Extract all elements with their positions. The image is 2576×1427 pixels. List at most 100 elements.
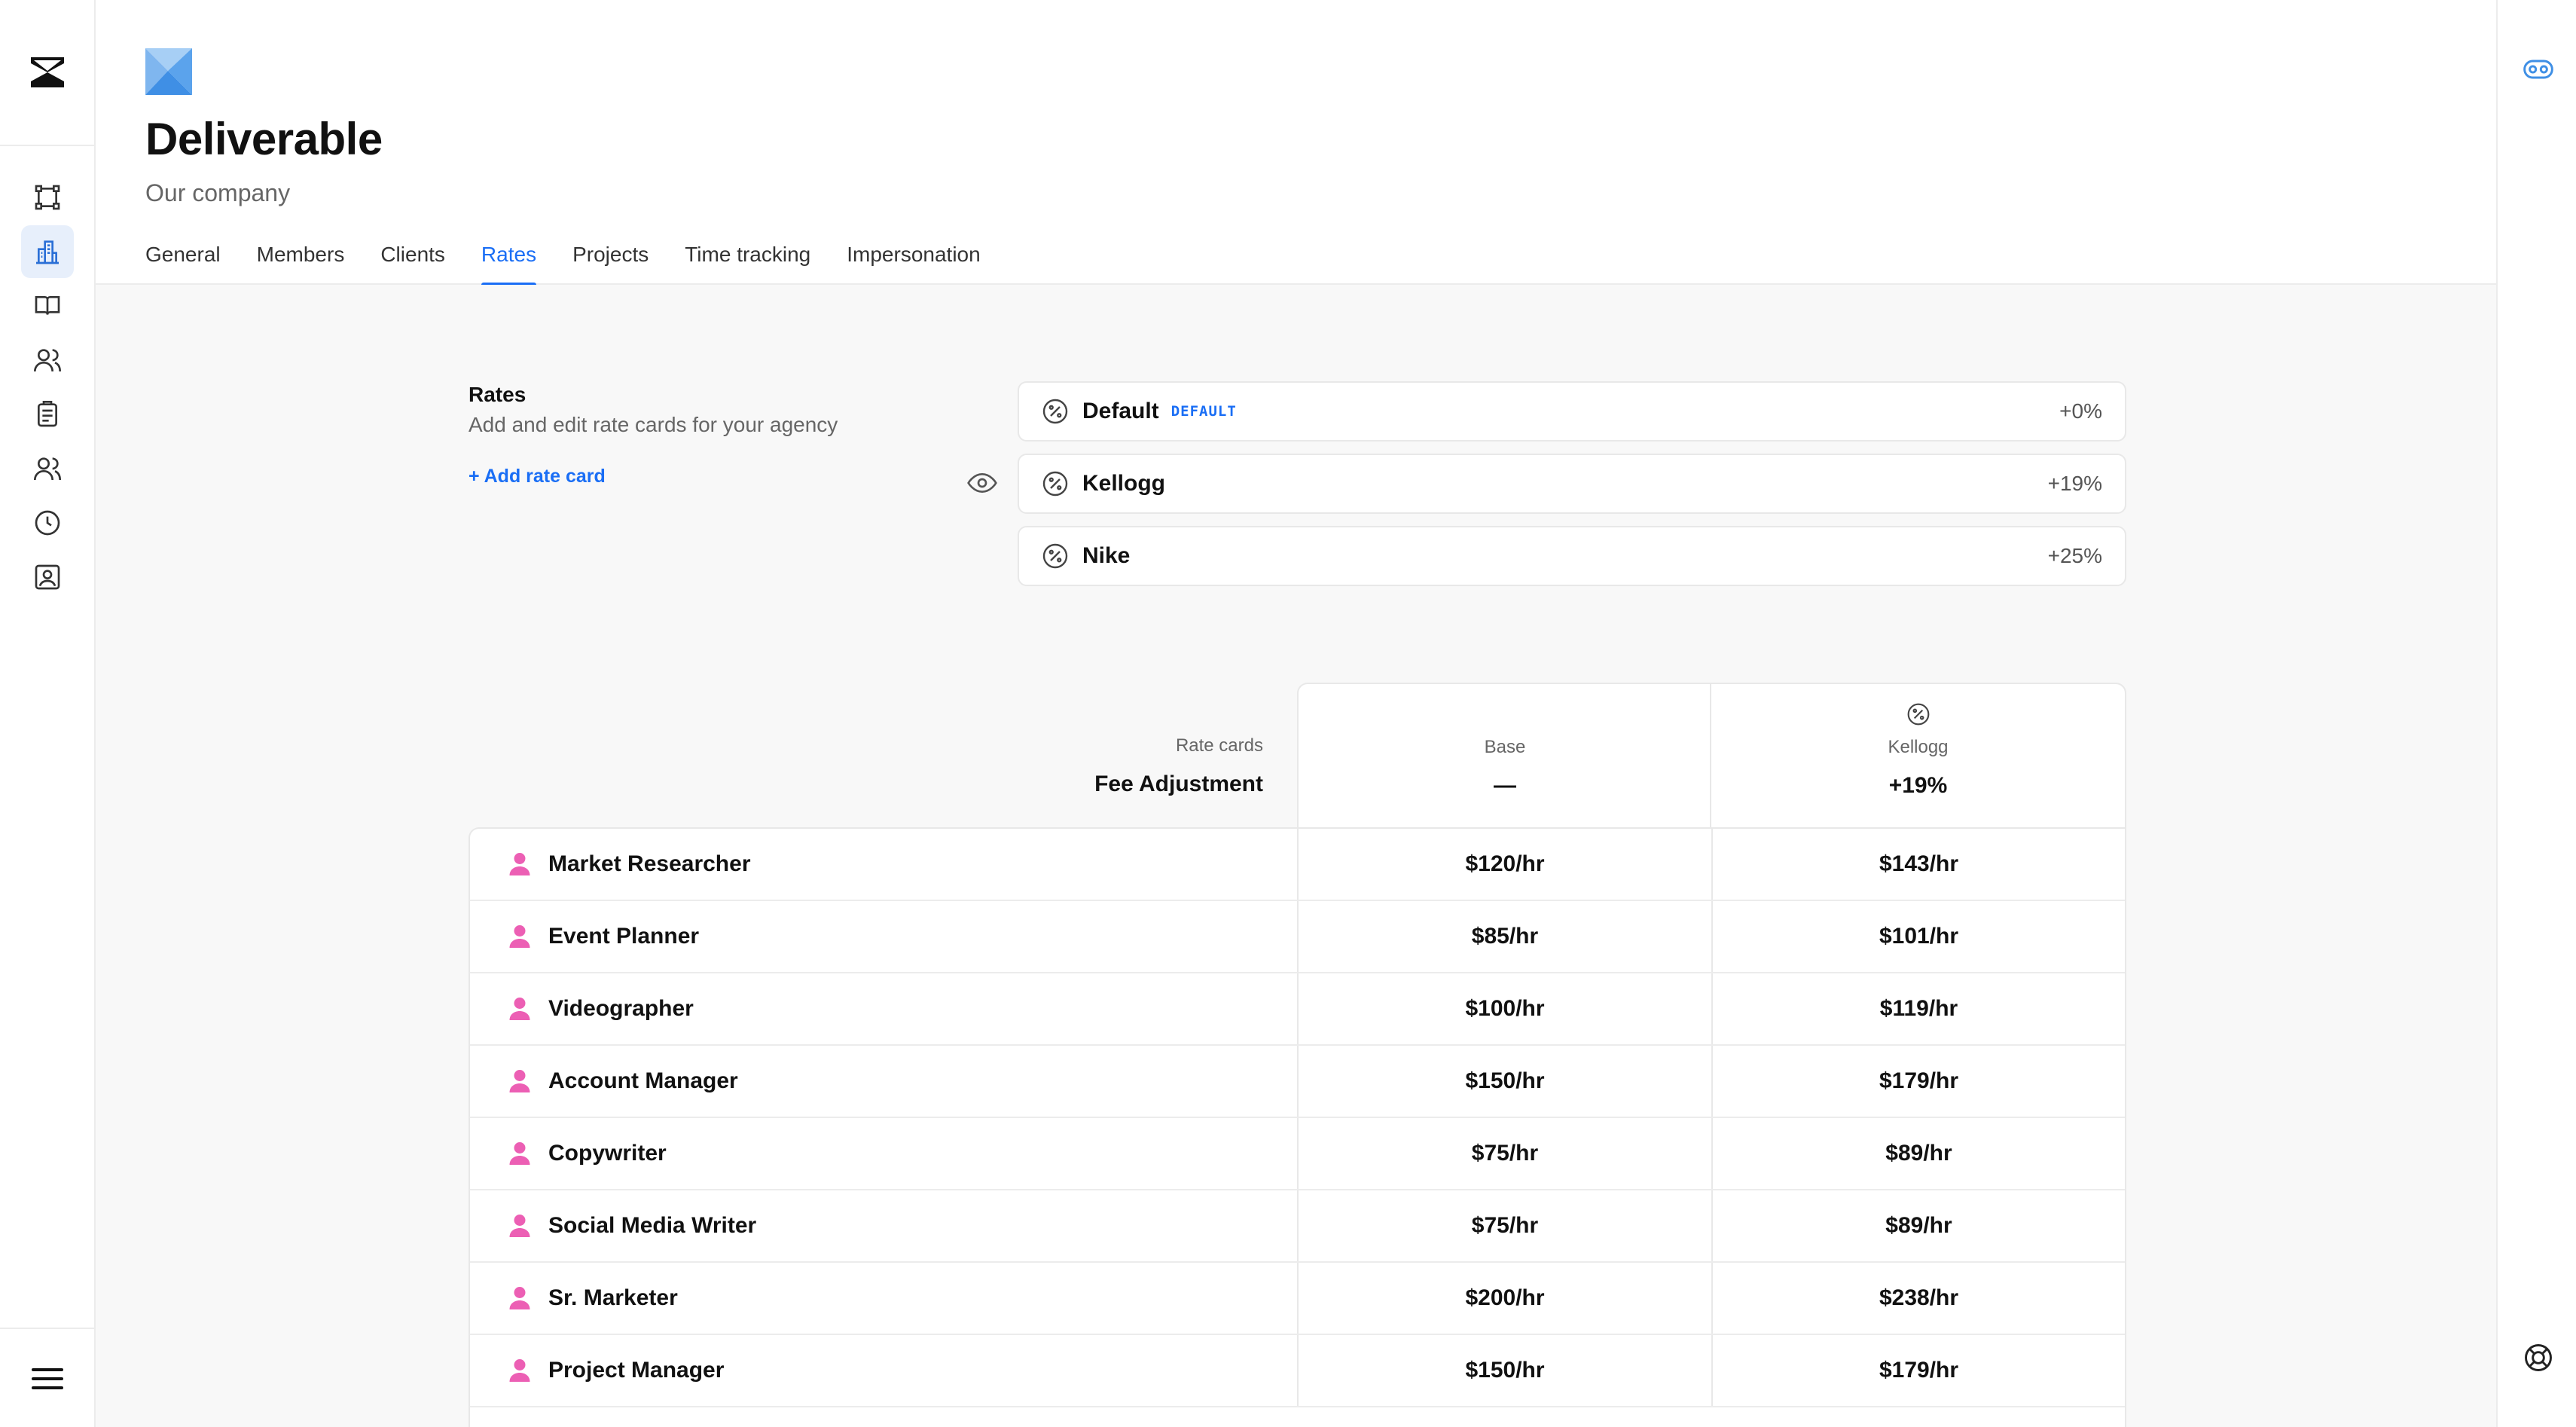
role-name: Copywriter: [548, 1141, 667, 1166]
app-logo-icon[interactable]: [31, 57, 64, 87]
role-name: Videographer: [548, 996, 694, 1021]
nav-item-company[interactable]: [21, 225, 74, 278]
tab-projects[interactable]: Projects: [572, 240, 649, 285]
assistant-icon[interactable]: [2522, 53, 2555, 86]
role-cell: Videographer: [506, 973, 694, 1044]
tab-impersonation[interactable]: Impersonation: [847, 240, 980, 285]
person-icon: [509, 998, 530, 1020]
rail-divider: [0, 145, 96, 146]
rate-card-nike[interactable]: Nike +25%: [1018, 526, 2126, 586]
role-cell: Project Manager: [506, 1335, 724, 1406]
person-icon: [509, 1070, 530, 1092]
company-logo-icon: [145, 48, 192, 95]
rate-card-name: Kellogg: [1082, 471, 1165, 496]
left-nav-rail: [0, 0, 96, 1427]
column-adjustment: +19%: [1888, 773, 1948, 798]
rates-section-title: Rates: [469, 383, 526, 406]
tab-rates[interactable]: Rates: [481, 240, 537, 286]
kellogg-rate-cell[interactable]: $119/hr: [1711, 973, 2125, 1044]
rate-card-name: Nike: [1082, 543, 1131, 568]
nav-item-library[interactable]: [21, 280, 74, 332]
person-icon: [509, 1142, 530, 1165]
page-header: Deliverable Our company General Members …: [96, 0, 2496, 286]
role-cell: Market Researcher: [506, 829, 751, 900]
rate-cards-header-label: Rate cards: [1175, 735, 1263, 756]
base-rate-cell[interactable]: $120/hr: [1297, 829, 1711, 900]
role-name: Account Manager: [548, 1068, 738, 1093]
nav-item-time[interactable]: [21, 497, 74, 549]
table-row[interactable]: Market Researcher $120/hr $143/hr: [470, 829, 2125, 901]
person-icon: [509, 1215, 530, 1237]
page-title: Deliverable: [145, 114, 383, 164]
person-icon: [509, 853, 530, 875]
nav-item-team[interactable]: [21, 442, 74, 495]
nav-item-frames[interactable]: [21, 171, 74, 224]
rate-card-default[interactable]: Default DEFAULT +0%: [1018, 381, 2126, 442]
contact-card-icon: [35, 564, 60, 590]
column-label: Base: [1484, 737, 1526, 757]
base-rate-cell[interactable]: $75/hr: [1297, 1118, 1711, 1189]
main-content: Rates Add and edit rate cards for your a…: [96, 285, 2496, 1427]
rate-card-name: Default: [1082, 399, 1159, 423]
table-row[interactable]: Copywriter $75/hr $89/hr: [470, 1118, 2125, 1190]
rates-table: Market Researcher $120/hr $143/hr Event …: [469, 827, 2126, 1427]
table-row[interactable]: Social Media Writer $75/hr $89/hr: [470, 1190, 2125, 1263]
clipboard-icon: [38, 401, 57, 427]
add-rate-card-link[interactable]: + Add rate card: [469, 466, 606, 487]
role-cell: Copywriter: [506, 1118, 667, 1189]
kellogg-rate-cell[interactable]: $179/hr: [1711, 1046, 2125, 1117]
role-cell: Social Media Writer: [506, 1190, 756, 1261]
users-icon: [34, 349, 61, 372]
kellogg-rate-cell[interactable]: $179/hr: [1711, 1335, 2125, 1406]
book-icon: [35, 296, 60, 315]
table-row[interactable]: Project Manager $150/hr $179/hr: [470, 1335, 2125, 1407]
kellogg-rate-cell[interactable]: $238/hr: [1711, 1263, 2125, 1334]
page-subtitle: Our company: [145, 179, 291, 206]
nav-item-people[interactable]: [21, 334, 74, 387]
percent-badge-icon: [1042, 543, 1068, 569]
role-cell: Account Manager: [506, 1046, 738, 1117]
role-cell: Event Planner: [506, 901, 699, 972]
person-icon: [509, 925, 530, 948]
percent-badge-icon: [1042, 399, 1068, 424]
base-rate-cell[interactable]: $150/hr: [1297, 1046, 1711, 1117]
base-rate-cell[interactable]: $85/hr: [1297, 901, 1711, 972]
nav-item-clipboard[interactable]: [21, 388, 74, 441]
nav-item-contacts[interactable]: [21, 551, 74, 603]
base-rate-cell[interactable]: $200/hr: [1297, 1263, 1711, 1334]
rate-card-adjustment: +19%: [2047, 472, 2102, 495]
role-name: Project Manager: [548, 1358, 725, 1383]
tab-time-tracking[interactable]: Time tracking: [685, 240, 810, 285]
kellogg-rate-cell[interactable]: $89/hr: [1711, 1190, 2125, 1261]
rates-section-description: Add and edit rate cards for your agency: [469, 413, 838, 436]
role-name: Event Planner: [548, 924, 700, 949]
tab-members[interactable]: Members: [257, 240, 345, 285]
role-name: Market Researcher: [548, 851, 751, 876]
base-rate-cell[interactable]: $75/hr: [1297, 1190, 1711, 1261]
tab-clients[interactable]: Clients: [380, 240, 445, 285]
percent-badge-icon: [1907, 703, 1929, 726]
base-rate-cell[interactable]: $150/hr: [1297, 1335, 1711, 1406]
hamburger-menu-icon[interactable]: [30, 1364, 65, 1394]
table-row[interactable]: Videographer $100/hr $119/hr: [470, 973, 2125, 1046]
person-icon: [509, 1287, 530, 1309]
eye-icon[interactable]: [967, 470, 997, 496]
rate-card-kellogg[interactable]: Kellogg +19%: [1018, 454, 2126, 514]
table-row[interactable]: Account Manager $150/hr $179/hr: [470, 1046, 2125, 1118]
base-rate-cell[interactable]: $100/hr: [1297, 973, 1711, 1044]
settings-tabs: General Members Clients Rates Projects T…: [145, 240, 1017, 286]
column-adjustment: —: [1494, 773, 1516, 798]
kellogg-rate-cell[interactable]: $143/hr: [1711, 829, 2125, 900]
table-row[interactable]: Sr. Marketer $200/hr $238/hr: [470, 1263, 2125, 1335]
rate-card-adjustment: +25%: [2047, 544, 2102, 567]
frame-icon: [35, 185, 60, 210]
tab-general[interactable]: General: [145, 240, 221, 285]
help-lifebuoy-icon[interactable]: [2522, 1341, 2555, 1374]
kellogg-rate-cell[interactable]: $101/hr: [1711, 901, 2125, 972]
team-icon: [34, 457, 61, 481]
default-badge: DEFAULT: [1170, 403, 1237, 420]
table-row[interactable]: Event Planner $85/hr $101/hr: [470, 901, 2125, 973]
kellogg-rate-cell[interactable]: $89/hr: [1711, 1118, 2125, 1189]
role-cell: Sr. Marketer: [506, 1263, 678, 1334]
percent-badge-icon: [1042, 471, 1068, 497]
